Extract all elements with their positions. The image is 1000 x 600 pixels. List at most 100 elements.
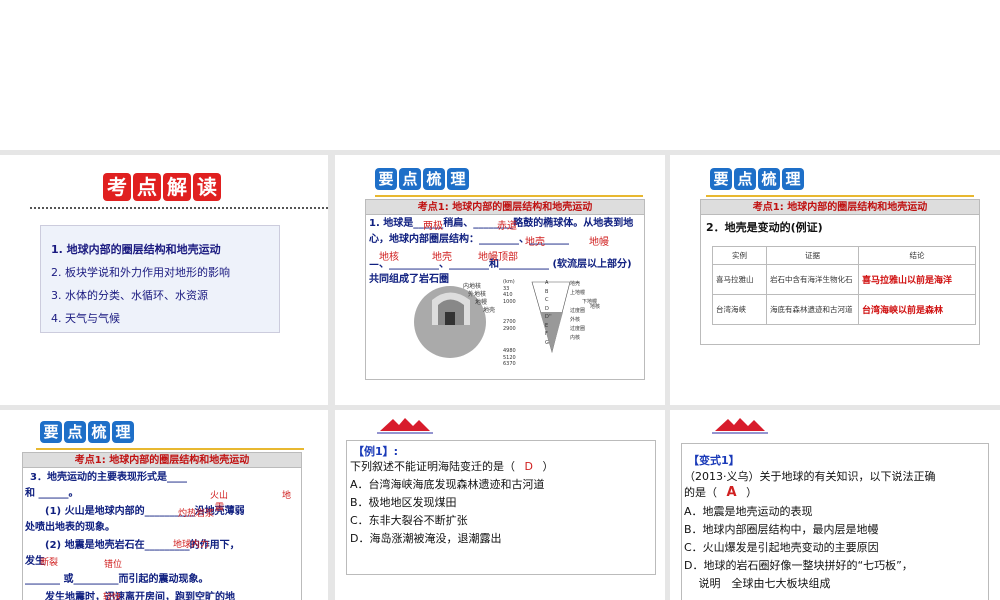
question: 下列叙述不能证明海陆变迁的是（ D ） xyxy=(350,458,553,476)
answer: 地幔顶部 xyxy=(478,252,518,263)
layer-letter: C xyxy=(545,297,549,303)
slide-thumbnail-5[interactable]: 【例1】: 下列叙述不能证明海陆变迁的是（ D ） A．台湾海峡海底发现森林遗迹… xyxy=(335,410,665,600)
layer-letter: D'' xyxy=(545,314,552,320)
answer: 两极 xyxy=(423,221,443,232)
slide-thumbnail-4[interactable]: 要 点 梳 理 考点1: 地球内部的圈层结构和地壳运动 3．地壳运动的主要表现形… xyxy=(0,410,328,600)
answer: 断裂 xyxy=(40,558,59,568)
title-tile: 读 xyxy=(193,173,221,201)
title-tile: 点 xyxy=(399,168,421,190)
option: A．台湾海峡海底发现森林遗迹和古河道 xyxy=(350,478,545,491)
table-cell: 喜马拉雅山 xyxy=(712,264,767,295)
diagram-label: 地壳 xyxy=(483,307,496,314)
title-tile: 梳 xyxy=(423,168,445,190)
title-tile: 要 xyxy=(710,168,732,190)
topic-list: 1. 地球内部的圈层结构和地壳运动 2. 板块学说和外力作用对地形的影响 3. … xyxy=(40,225,280,333)
question-text: 下列叙述不能证明海陆变迁的是（ xyxy=(350,460,515,473)
layer-letter: A xyxy=(545,280,549,286)
answer: 地核 xyxy=(379,252,399,263)
title-tiles: 要 点 梳 理 xyxy=(710,168,804,190)
paragraph: _______ 或_________而引起的震动现象。 xyxy=(25,574,209,585)
subtitle: 2．地壳是变动的(例证) xyxy=(706,221,823,234)
title-tile: 要 xyxy=(375,168,397,190)
layer-letter: F xyxy=(545,331,548,337)
topic-item: 3. 水体的分类、水循环、水资源 xyxy=(51,289,208,302)
table-cell: 台湾海峡以前是森林 xyxy=(858,294,976,325)
topic-item: 1. 地球内部的圈层结构和地壳运动 xyxy=(51,243,221,256)
answer: 错位 xyxy=(104,560,123,570)
section-heading: 考点1: 地球内部的圈层结构和地壳运动 xyxy=(700,199,980,215)
depth-labels: (km) 33 410 1000 2700 2900 4980 5120 637… xyxy=(503,279,516,368)
options: A．地震是地壳运动的表现 B．地球内部圈层结构中，最内层是地幔 C．火山爆发是引… xyxy=(684,503,913,593)
option: C．东非大裂谷不断扩张 xyxy=(350,514,468,527)
depth-label: 2700 xyxy=(503,319,516,325)
layer-letter: D xyxy=(545,305,549,312)
table-row: 台湾海峡 海底有森林遗迹和古河道 台湾海峡以前是森林 xyxy=(712,294,976,325)
title-tiles: 要 点 梳 理 xyxy=(375,168,469,190)
title-tile: 点 xyxy=(64,421,86,443)
option: A．地震是地壳运动的表现 xyxy=(684,505,813,518)
section-heading: 考点1: 地球内部的圈层结构和地壳运动 xyxy=(365,199,645,215)
table-cell: 喜马拉雅山以前是海洋 xyxy=(858,264,976,295)
depth-label: 4980 xyxy=(503,348,516,354)
table-cell: 海底有森林遗迹和古河道 xyxy=(766,294,859,325)
slide-thumbnail-6[interactable]: 【变式1】 （2013·义乌）关于地球的有关知识，以下说法正确 的是（ A ） … xyxy=(670,410,1000,600)
zone-label: 地壳 xyxy=(570,281,581,287)
answer: 地幔 xyxy=(589,237,609,248)
layer-letter: E xyxy=(545,322,549,329)
layer-letter: B xyxy=(545,288,549,295)
mountain-logo-icon xyxy=(712,418,768,434)
zone-labels: 地壳 上地幔 下地幔 过度圈 外核 过度圈 内核 地核 xyxy=(570,280,601,341)
topic-item: 4. 天气与气候 xyxy=(51,312,120,325)
title-tile: 理 xyxy=(447,168,469,190)
answer: 地 xyxy=(282,491,292,501)
paragraph: 3．地壳运动的主要表现形式是____ xyxy=(30,472,187,483)
title-tile: 点 xyxy=(734,168,756,190)
zone-label: 外核 xyxy=(570,317,581,323)
zone-label: 上地幔 xyxy=(570,290,586,296)
answer: 赤道 xyxy=(497,221,517,232)
zone-label: 地核 xyxy=(590,304,601,310)
answer: 较快 xyxy=(103,593,122,600)
answer: 地壳 xyxy=(525,237,545,248)
zone-label: 过度圈 xyxy=(570,326,586,332)
question-text: 的是（ xyxy=(684,486,717,499)
table-cell: 台湾海峡 xyxy=(712,294,767,325)
table-row: 喜马拉雅山 岩石中含有海洋生物化石 喜马拉雅山以前是海洋 xyxy=(712,264,976,295)
question-close: ） xyxy=(542,460,554,473)
answer: D xyxy=(524,460,533,473)
title-tile: 解 xyxy=(163,173,191,201)
paragraph: (2) 地震是地壳岩石在_________的作用下， xyxy=(45,540,240,551)
title-tile: 要 xyxy=(40,421,62,443)
answer: 地壳 xyxy=(432,252,452,263)
option: 说明 全球由七大板块组成 xyxy=(684,577,831,590)
paragraph: 发生地震时，迅速离开房间，跑到空旷的地 xyxy=(45,592,235,600)
table-header: 证据 xyxy=(766,246,859,265)
options: A．台湾海峡海底发现森林遗迹和古河道 B．极地地区发现煤田 C．东非大裂谷不断扩… xyxy=(350,476,545,548)
table-cell: 岩石中含有海洋生物化石 xyxy=(766,264,859,295)
depth-label: 6370 xyxy=(503,361,516,367)
depth-label: (km) xyxy=(503,279,515,285)
question-close: ） xyxy=(746,486,758,499)
slide-thumbnail-2[interactable]: 要 点 梳 理 考点1: 地球内部的圈层结构和地壳运动 1. 地球是______… xyxy=(335,155,665,405)
option: B．极地地区发现煤田 xyxy=(350,496,457,509)
answer: 震 xyxy=(215,503,225,513)
title-tile: 梳 xyxy=(88,421,110,443)
zone-label: 内核 xyxy=(570,335,581,341)
paragraph: 处喷出地表的现象。 xyxy=(25,522,115,533)
topic-item: 2. 板块学说和外力作用对地形的影响 xyxy=(51,266,230,279)
option: D．海岛涨潮被淹没，退潮露出 xyxy=(350,532,502,545)
table-header: 实例 xyxy=(712,246,767,265)
title-tiles: 要 点 梳 理 xyxy=(40,421,134,443)
depth-label: 2900 xyxy=(503,325,516,332)
slide-thumbnail-1[interactable]: 考 点 解 读 1. 地球内部的圈层结构和地壳运动 2. 板块学说和外力作用对地… xyxy=(0,155,328,405)
title-tile: 梳 xyxy=(758,168,780,190)
variant-label: 【变式1】 xyxy=(688,454,740,467)
mountain-logo-icon xyxy=(377,418,433,434)
section-heading: 考点1: 地球内部的圈层结构和地壳运动 xyxy=(22,452,302,468)
title-tile: 理 xyxy=(782,168,804,190)
depth-label: 1000 xyxy=(503,298,516,305)
paragraph: 和 ______。 xyxy=(25,488,79,499)
question: 的是（ A ） xyxy=(684,484,757,502)
divider xyxy=(375,195,643,197)
slide-thumbnail-3[interactable]: 要 点 梳 理 考点1: 地球内部的圈层结构和地壳运动 2．地壳是变动的(例证)… xyxy=(670,155,1000,405)
